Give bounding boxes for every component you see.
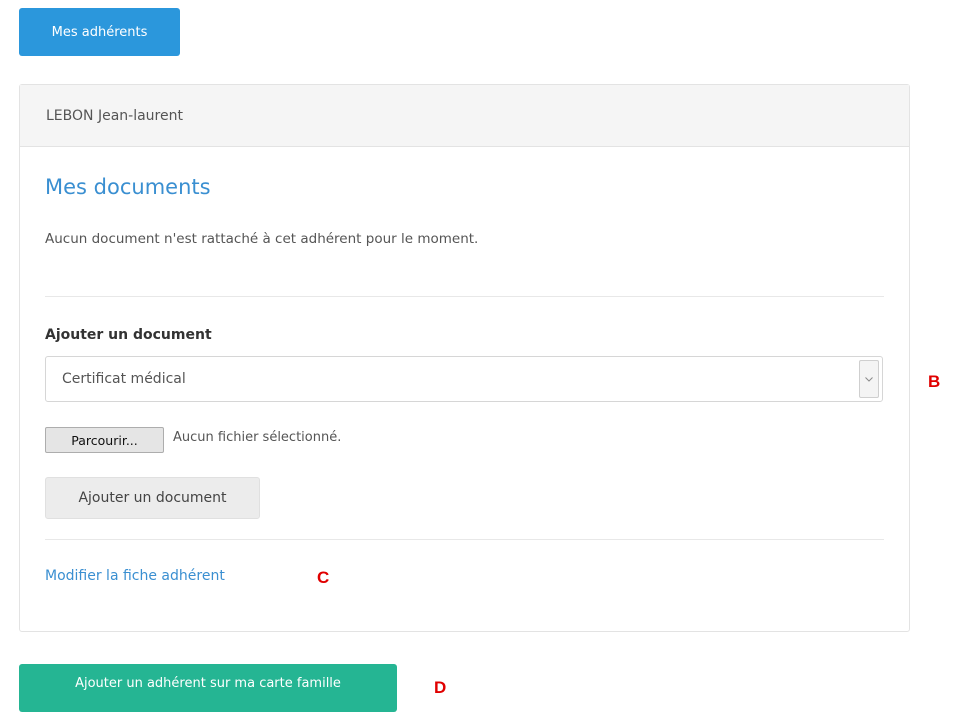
- edit-member-link[interactable]: Modifier la fiche adhérent: [45, 568, 225, 584]
- documents-title: Mes documents: [45, 175, 211, 199]
- annotation-marker-d: D: [434, 678, 447, 697]
- add-family-member-button[interactable]: Ajouter un adhérent sur ma carte famille: [19, 664, 397, 712]
- divider: [45, 539, 884, 540]
- add-document-button[interactable]: Ajouter un document: [45, 477, 260, 519]
- document-type-selected-value: Certificat médical: [62, 371, 186, 387]
- document-type-select[interactable]: Certificat médical: [45, 356, 883, 402]
- add-document-label: Ajouter un document: [45, 327, 212, 343]
- member-name-heading: LEBON Jean-laurent: [20, 85, 909, 147]
- annotation-marker-b: B: [928, 372, 941, 391]
- divider: [45, 296, 884, 297]
- member-panel: LEBON Jean-laurent Mes documents Aucun d…: [19, 84, 910, 632]
- chevron-down-icon[interactable]: [859, 360, 879, 398]
- file-status-text: Aucun fichier sélectionné.: [173, 430, 342, 445]
- my-members-button[interactable]: Mes adhérents: [19, 8, 180, 56]
- member-name: LEBON Jean-laurent: [46, 107, 183, 124]
- no-documents-message: Aucun document n'est rattaché à cet adhé…: [45, 231, 479, 247]
- chevron-down-glyph: [865, 376, 873, 382]
- annotation-marker-c: C: [317, 568, 330, 587]
- file-browse-button[interactable]: Parcourir...: [45, 427, 164, 453]
